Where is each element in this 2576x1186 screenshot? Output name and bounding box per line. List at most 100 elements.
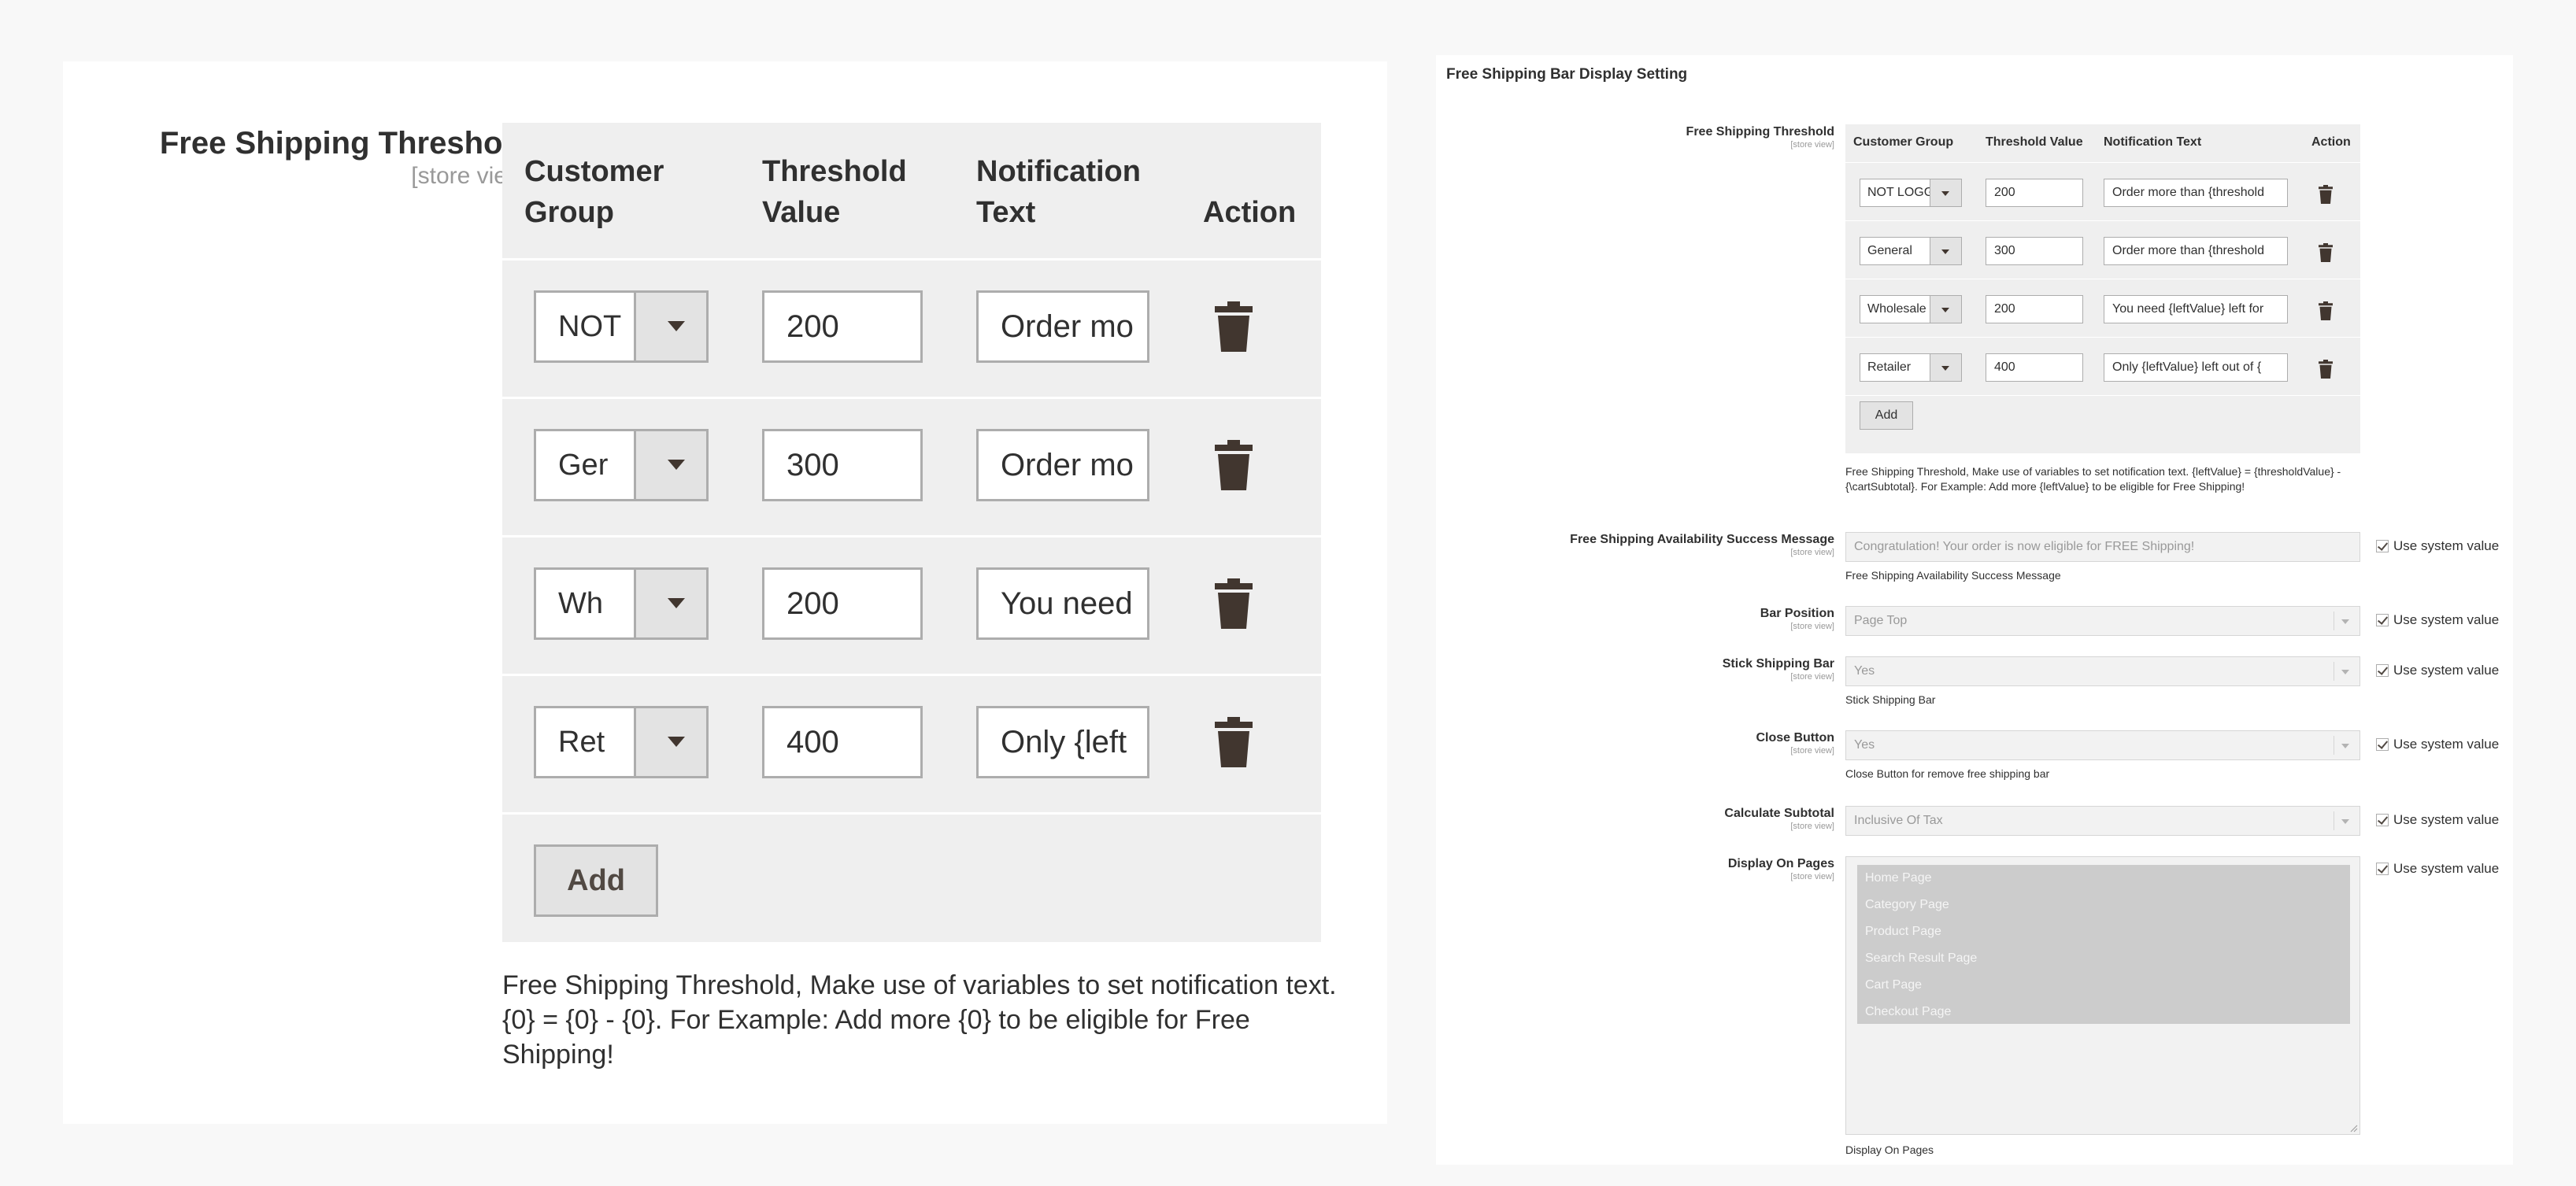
checkbox-checked-icon[interactable] (2376, 540, 2389, 552)
table-row: Ret 400 Only {left (502, 676, 1321, 815)
checkbox-checked-icon[interactable] (2376, 664, 2389, 677)
threshold-note: Free Shipping Threshold, Make use of var… (1845, 465, 2341, 493)
trash-icon[interactable] (1215, 715, 1253, 769)
option-home-page[interactable]: Home Page (1857, 865, 2350, 892)
use-system-value-checkbox[interactable]: Use system value (2376, 812, 2499, 828)
resize-grip-icon[interactable] (2350, 1125, 2358, 1132)
customer-group-value: Ret (558, 726, 605, 759)
chevron-down-icon[interactable] (634, 293, 706, 360)
customer-group-select[interactable]: NOT LOGGED IN (1860, 179, 1962, 207)
stick-bar-label: Stick Shipping Bar [store view] (1723, 656, 1834, 682)
trash-icon[interactable] (1215, 577, 1253, 630)
stick-bar-select[interactable]: Yes (1845, 656, 2360, 686)
bar-position-select[interactable]: Page Top (1845, 606, 2360, 636)
option-checkout-page[interactable]: Checkout Page (1857, 999, 2350, 1025)
use-system-value-checkbox[interactable]: Use system value (2376, 612, 2499, 628)
display-pages-label-text: Display On Pages (1727, 857, 1834, 870)
header-customer-group: Customer Group (1853, 135, 1954, 149)
threshold-value-input[interactable]: 200 (1986, 295, 2083, 323)
trash-icon[interactable] (2318, 243, 2334, 262)
option-product-page[interactable]: Product Page (1857, 918, 2350, 945)
trash-icon[interactable] (1215, 438, 1253, 492)
checkbox-checked-icon[interactable] (2376, 614, 2389, 626)
use-system-value-label: Use system value (2393, 737, 2500, 752)
table-row: Retailer 400 Only {leftValue} left out o… (1845, 337, 2360, 395)
notification-text-input[interactable]: Only {leftValue} left out of { (2104, 353, 2288, 382)
checkbox-checked-icon[interactable] (2376, 738, 2389, 751)
notification-text-input[interactable]: Order mo (976, 429, 1149, 501)
threshold-value-input[interactable]: 400 (762, 706, 923, 778)
customer-group-select[interactable]: Wh (534, 567, 709, 640)
customer-group-value: NOT LOGGED IN (1867, 186, 1930, 199)
threshold-label-text: Free Shipping Threshold (159, 126, 531, 161)
close-button-label: Close Button [store view] (1756, 730, 1834, 756)
bar-position-label: Bar Position [store view] (1760, 606, 1834, 631)
use-system-value-checkbox[interactable]: Use system value (2376, 663, 2499, 678)
notification-text-input[interactable]: You need (976, 567, 1149, 640)
trash-icon[interactable] (2318, 360, 2334, 379)
table-row: NOT 200 Order mo (502, 260, 1321, 399)
use-system-value-checkbox[interactable]: Use system value (2376, 538, 2499, 554)
table-row: Wh 200 You need (502, 538, 1321, 676)
display-pages-note: Display On Pages (1845, 1144, 1934, 1156)
threshold-value-input[interactable]: 200 (762, 567, 923, 640)
chevron-down-icon[interactable] (1930, 238, 1961, 264)
customer-group-select[interactable]: Wholesale (1860, 295, 1962, 323)
threshold-field-label: Free Shipping Threshold [store view] (1686, 124, 1834, 150)
customer-group-select[interactable]: Ret (534, 706, 709, 778)
notification-text-input[interactable]: Only {left (976, 706, 1149, 778)
close-button-select[interactable]: Yes (1845, 730, 2360, 760)
threshold-label-text: Free Shipping Threshold (1686, 125, 1834, 139)
store-view-scope: [store view] (1790, 548, 1834, 557)
display-pages-multiselect[interactable]: Home Page Category Page Product Page Sea… (1845, 856, 2360, 1135)
calc-subtotal-label: Calculate Subtotal [store view] (1724, 806, 1834, 831)
checkbox-checked-icon[interactable] (2376, 814, 2389, 826)
header-action: Action (2311, 135, 2351, 149)
success-message-input[interactable]: Congratulation! Your order is now eligib… (1845, 532, 2360, 562)
threshold-value-input[interactable]: 300 (1986, 237, 2083, 265)
display-pages-label: Display On Pages [store view] (1728, 856, 1834, 881)
customer-group-select[interactable]: Retailer (1860, 353, 1962, 382)
customer-group-select[interactable]: NOT (534, 290, 709, 363)
trash-icon[interactable] (1215, 300, 1253, 353)
customer-group-select[interactable]: General (1860, 237, 1962, 265)
chevron-down-icon[interactable] (1930, 354, 1961, 381)
threshold-value-input[interactable]: 200 (1986, 179, 2083, 207)
table-row: Wholesale 200 You need {leftValue} left … (1845, 279, 2360, 337)
chevron-down-icon[interactable] (1930, 179, 1961, 206)
notification-text-input[interactable]: Order more than {threshold (2104, 237, 2288, 265)
chevron-down-icon[interactable] (1930, 296, 1961, 323)
threshold-table: Customer Group Threshold Value Notificat… (502, 123, 1321, 942)
section-title: Free Shipping Bar Display Setting (1446, 66, 1688, 83)
use-system-value-checkbox[interactable]: Use system value (2376, 861, 2499, 877)
threshold-table: Customer Group Threshold Value Notificat… (1845, 124, 2360, 453)
threshold-value-input[interactable]: 400 (1986, 353, 2083, 382)
notification-text-input[interactable]: Order mo (976, 290, 1149, 363)
store-view-scope: [store view] (1790, 140, 1834, 150)
table-row: General 300 Order more than {threshold (1845, 220, 2360, 279)
store-view-scope: [store view] (1790, 872, 1834, 881)
add-row-divider (1845, 395, 2360, 396)
notification-text-input[interactable]: You need {leftValue} left for (2104, 295, 2288, 323)
option-category-page[interactable]: Category Page (1857, 892, 2350, 918)
checkbox-checked-icon[interactable] (2376, 863, 2389, 875)
use-system-value-label: Use system value (2393, 538, 2500, 553)
option-cart-page[interactable]: Cart Page (1857, 972, 2350, 999)
option-search-result-page[interactable]: Search Result Page (1857, 945, 2350, 972)
add-button[interactable]: Add (534, 844, 658, 917)
threshold-value-input[interactable]: 200 (762, 290, 923, 363)
chevron-down-icon[interactable] (634, 431, 706, 499)
stick-bar-note: Stick Shipping Bar (1845, 693, 1936, 706)
threshold-note: Free Shipping Threshold, Make use of var… (502, 970, 1337, 1070)
chevron-down-icon[interactable] (634, 570, 706, 637)
table-header: Customer Group Threshold Value Notificat… (502, 123, 1321, 260)
trash-icon[interactable] (2318, 301, 2334, 320)
chevron-down-icon[interactable] (634, 708, 706, 776)
use-system-value-checkbox[interactable]: Use system value (2376, 737, 2499, 752)
customer-group-select[interactable]: Ger (534, 429, 709, 501)
threshold-value-input[interactable]: 300 (762, 429, 923, 501)
calc-subtotal-select[interactable]: Inclusive Of Tax (1845, 806, 2360, 836)
add-button[interactable]: Add (1860, 401, 1913, 430)
trash-icon[interactable] (2318, 185, 2334, 204)
notification-text-input[interactable]: Order more than {threshold (2104, 179, 2288, 207)
